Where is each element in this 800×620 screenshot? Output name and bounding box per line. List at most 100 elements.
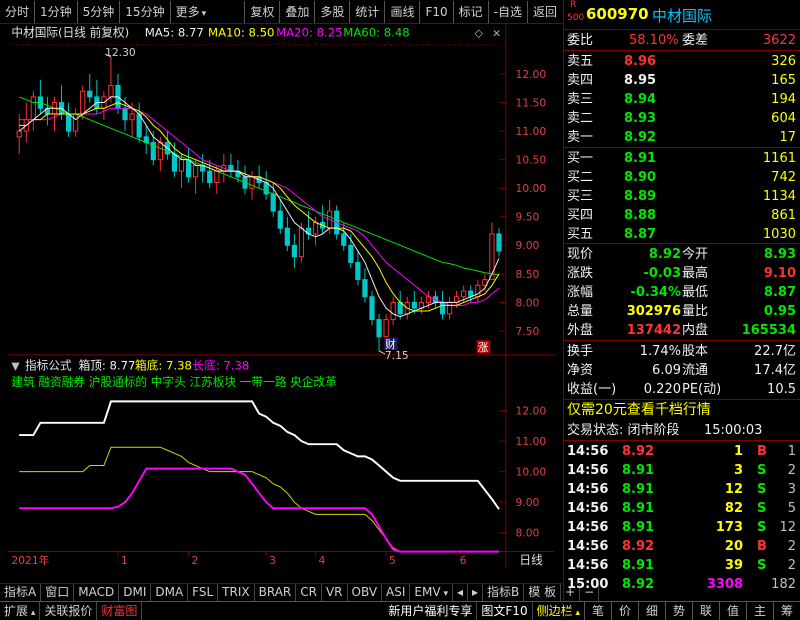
price-tick-label: 10.50 [516,154,547,167]
overlay-button[interactable]: 叠加 [279,0,314,23]
tab-fenshi[interactable]: 分时 [0,1,34,23]
tab-indicator-b[interactable]: 指标B [483,584,525,601]
f10-graphic-button[interactable]: 图文F10 [476,602,531,620]
price-tick-label: 9.00 [516,239,540,252]
tick-volume: 173 [715,520,743,535]
tab-1min[interactable]: 1分钟 [34,0,77,23]
tab-asi[interactable]: ASI [382,584,411,601]
multi-stock-button[interactable]: 多股 [314,0,349,23]
tick-direction: S [757,463,767,478]
tick-time: 14:56 [567,558,609,573]
candle-body [249,176,255,189]
candle-body [277,210,283,229]
indicator-title[interactable]: 指标公式 [25,358,72,372]
tick-direction: B [757,444,767,459]
period-label[interactable]: 日线 [519,553,543,567]
nav-related[interactable]: 联 [692,602,719,620]
indicator-collapse-icon[interactable]: ▼ [11,359,20,372]
concept-tags[interactable]: 建筑 融资融券 沪股通标的 中字头 江苏板块 一带一路 央企改革 [11,375,337,389]
tab-fsl[interactable]: FSL [188,584,219,601]
ma60-legend: MA60: 8.48 [343,26,409,40]
nav-price[interactable]: 价 [611,602,638,620]
fuquan-button[interactable]: 复权 [244,0,279,23]
stat-row: 总量 302976 量比 0.95 [564,302,800,321]
candle-body [376,319,382,338]
fundamental-value: 6.09 [652,363,681,378]
stats-button[interactable]: 统计 [349,0,384,23]
stock-code[interactable]: 600970 [586,5,649,23]
ask-volume: 165 [771,73,796,88]
promo-row[interactable]: 仅需20元查看千档行情 [564,401,800,420]
ask-volume: 604 [771,111,796,126]
time-tick-label: 2021年 [11,554,49,567]
expand-button[interactable]: 扩展 ▴ [0,602,41,620]
divider [564,147,800,148]
tick-direction: S [757,558,767,573]
tab-cr[interactable]: CR [296,584,322,601]
nav-chips[interactable]: 筹 [773,602,800,620]
ma10-legend: MA10: 8.50 [208,26,274,40]
promo-text: 仅需20元查看千档行情 [567,402,711,418]
scroll-left-icon[interactable]: ◂ [453,584,468,601]
tab-brar[interactable]: BRAR [255,584,297,601]
new-user-promo-link[interactable]: 新用户福利专享 [384,602,476,620]
tab-dmi[interactable]: DMI [119,584,152,601]
tab-vr[interactable]: VR [322,584,348,601]
time-tick-label: 6 [460,554,467,567]
tab-15min[interactable]: 15分钟 [119,0,169,23]
price-tick-label: 8.50 [516,268,540,281]
nav-main[interactable]: 主 [746,602,773,620]
wealth-chart-tab[interactable]: 财富图 [97,602,143,620]
f10-button[interactable]: F10 [419,0,452,23]
fundamental-row: 净资 6.09 流通 17.4亿 [564,361,800,380]
tab-5min[interactable]: 5分钟 [76,0,120,23]
ask-price: 8.95 [624,73,657,88]
scroll-right-icon[interactable]: ▸ [468,584,484,601]
tick-count: 1 [787,444,796,459]
tab-obv[interactable]: OBV [348,584,383,601]
watchlist-remove-button[interactable]: -自选 [487,0,527,23]
tab-emv[interactable]: EMV ▾ [410,584,453,601]
fundamental-label: 换手 [567,344,594,359]
tick-count: 2 [787,463,796,478]
bid-price: 8.89 [624,189,657,204]
diamond-icon[interactable]: ◇ [475,27,484,40]
tab-indicator-a[interactable]: 指标A [0,584,42,601]
indicator-tabs: 指标A 窗口 MACD DMI DMA FSL TRIX BRAR CR VR … [0,583,600,601]
sidebar-toggle[interactable]: 侧边栏 ▴ [531,602,584,620]
ask-volume: 194 [771,92,796,107]
tab-more[interactable]: 更多 ▾ [169,0,212,23]
bid-price: 8.88 [624,208,657,223]
bid-row: 买三 8.89 1134 [564,187,800,206]
template-button[interactable]: 模 板 [524,584,562,601]
related-quotes-tab[interactable]: 关联报价 [40,602,98,620]
ask-row: 卖四 8.95 165 [564,71,800,90]
kline-chart[interactable]: 中材国际(日线 前复权) MA5: 8.77 MA10: 8.50 MA20: … [0,24,562,568]
candle-body [362,279,368,298]
close-icon[interactable]: × [492,27,501,40]
tick-price: 8.91 [622,463,655,478]
ask-label: 卖二 [567,111,594,126]
period-toolbar: 分时 1分钟 5分钟 15分钟 更多 ▾ 复权 叠加 多股 统计 画线 F10 标… [0,0,562,24]
mark-button[interactable]: 标记 [452,0,488,23]
tab-trix[interactable]: TRIX [218,584,255,601]
draw-line-button[interactable]: 画线 [384,0,419,23]
tab-window[interactable]: 窗口 [41,584,75,601]
trade-status-time: 15:00:03 [704,423,763,438]
candle-body [411,301,417,309]
tab-dma[interactable]: DMA [151,584,189,601]
candle-body [129,113,135,121]
nav-value[interactable]: 值 [719,602,746,620]
tick-price: 8.91 [622,501,655,516]
tick-time: 14:56 [567,539,609,554]
nav-trades[interactable]: 笔 [584,602,611,620]
back-button[interactable]: 返回 [526,0,562,23]
nav-detail[interactable]: 细 [638,602,665,620]
fundamental-label: 股本 [682,344,709,359]
stock-name[interactable]: 中材国际 [652,5,712,26]
nav-trend[interactable]: 势 [665,602,692,620]
tick-volume: 12 [724,482,743,497]
high-mark: 12.30 [104,46,136,59]
candle-body [355,261,361,281]
tab-macd[interactable]: MACD [74,584,120,601]
